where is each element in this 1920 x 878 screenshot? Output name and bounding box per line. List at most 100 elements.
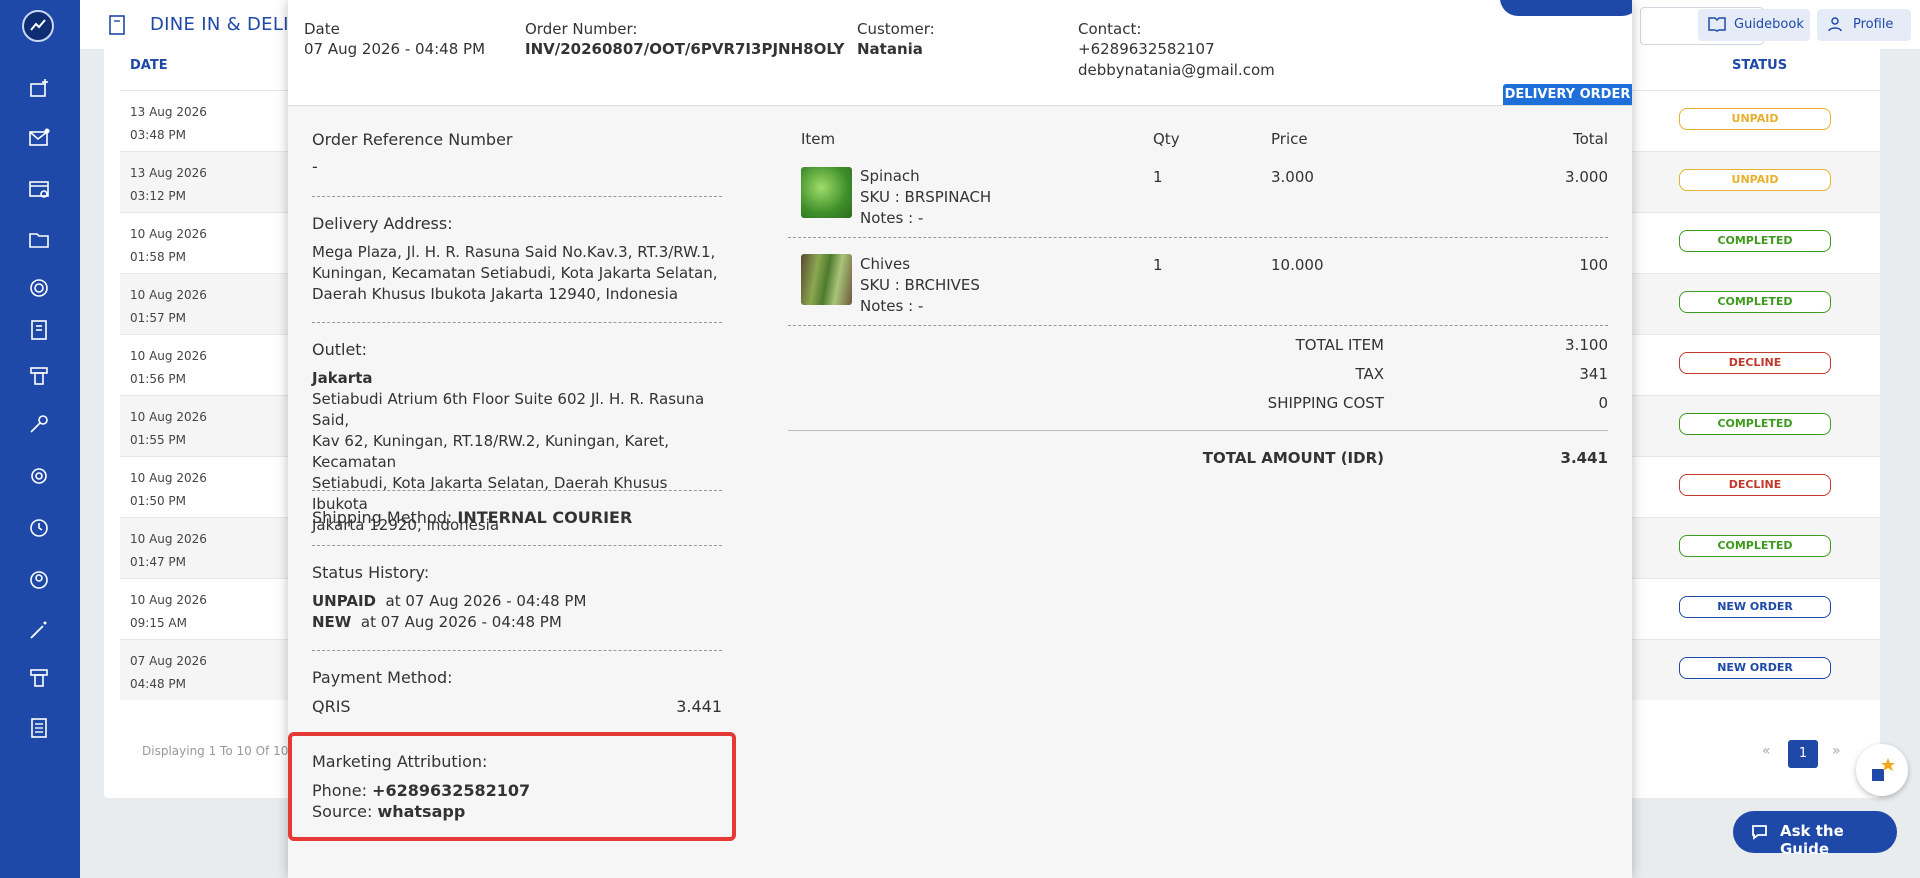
item-qty: 1 [1153,168,1163,186]
divider [788,325,1608,326]
user-settings-icon[interactable] [27,568,51,592]
mail-icon[interactable] [27,126,51,150]
customer-value: Natania [857,40,923,58]
row-datetime: 10 Aug 2026 01:47 PM [130,528,207,574]
item-notes: Notes : - [860,297,924,315]
row-time: 01:57 PM [130,311,186,325]
ref-label: Order Reference Number [312,130,513,149]
row-date: 10 Aug 2026 [130,227,207,241]
status-badge: UNPAID [1679,108,1831,130]
magic-wand-icon[interactable] [27,618,51,642]
guidebook-button[interactable]: Guidebook [1698,9,1810,41]
row-date: 10 Aug 2026 [130,471,207,485]
book-open-icon [1708,17,1726,32]
row-date: 10 Aug 2026 [130,532,207,546]
item-price: 3.000 [1271,168,1314,186]
history-time: at 07 Aug 2026 - 04:48 PM [360,613,562,631]
row-datetime: 10 Aug 2026 01:58 PM [130,223,207,269]
add-user-icon[interactable] [27,76,51,100]
printer-alt-icon[interactable] [27,666,51,690]
items-col-qty: Qty [1153,130,1180,148]
payment-amount: 3.441 [676,697,722,716]
row-time: 09:15 AM [130,616,187,630]
row-datetime: 10 Aug 2026 09:15 AM [130,589,207,635]
key-icon[interactable] [27,412,51,436]
address-line: Kuningan, Kecamatan Setiabudi, Kota Jaka… [312,264,718,282]
rewards-fab[interactable] [1856,744,1908,796]
item-notes: Notes : - [860,209,924,227]
status-badge: NEW ORDER [1679,657,1831,679]
item-qty: 1 [1153,256,1163,274]
row-time: 01:47 PM [130,555,186,569]
divider [788,430,1608,431]
pagination-next[interactable]: » [1832,743,1841,759]
folder-icon[interactable] [27,228,51,252]
order-number-label: Order Number: [525,20,638,38]
item-spinach: Spinach SKU : BRSPINACH Notes : - [860,166,991,229]
status-badge: DECLINE [1679,352,1831,374]
marketing-label: Marketing Attribution: [312,752,488,771]
row-time: 03:12 PM [130,189,186,203]
contact-email: debbynatania@gmail.com [1078,61,1275,79]
shipping-cost-label: SHIPPING COST [1267,394,1384,412]
status-badge: DECLINE [1679,474,1831,496]
pagination-page[interactable]: 1 [1788,740,1818,768]
profile-button[interactable]: Profile [1817,9,1911,41]
status-badge: COMPLETED [1679,535,1831,557]
row-date: 13 Aug 2026 [130,105,207,119]
row-datetime: 10 Aug 2026 01:57 PM [130,284,207,330]
chat-icon [1752,825,1767,840]
customer-label: Customer: [857,20,935,38]
row-date: 10 Aug 2026 [130,349,207,363]
app-logo[interactable] [22,10,54,42]
contact-phone: +6289632582107 [1078,40,1215,58]
printer-icon[interactable] [27,364,51,388]
order-type-tag: DELIVERY ORDER [1503,84,1632,105]
tax-label: TAX [1355,365,1384,383]
row-datetime: 10 Aug 2026 01:56 PM [130,345,207,391]
shipping-label: Shipping Method: [312,508,453,527]
address-line: Daerah Khusus Ibukota Jakarta 12940, Ind… [312,285,679,303]
item-price: 10.000 [1271,256,1324,274]
target-icon[interactable] [27,276,51,300]
status-history-label: Status History: [312,563,430,582]
sidebar [0,0,80,878]
divider [312,490,722,491]
status-badge: UNPAID [1679,169,1831,191]
gear-icon[interactable] [27,464,51,488]
document-icon[interactable] [27,716,51,740]
row-time: 04:48 PM [130,677,186,691]
settings-window-icon[interactable] [27,178,51,202]
marketing-source: Source: whatsapp [312,802,722,821]
row-date: 10 Aug 2026 [130,288,207,302]
item-chives: Chives SKU : BRCHIVES Notes : - [860,254,980,317]
total-amount-label: TOTAL AMOUNT (IDR) [1202,449,1384,467]
gift-stars-icon [1872,758,1895,781]
tax-value: 341 [1579,365,1608,383]
menu-book-icon[interactable] [27,318,51,342]
row-date: 10 Aug 2026 [130,593,207,607]
row-date: 13 Aug 2026 [130,166,207,180]
items-col-item: Item [801,130,836,148]
date-value: 07 Aug 2026 - 04:48 PM [304,40,486,58]
pagination-info: Displaying 1 To 10 Of 10 E [142,744,300,758]
address-line: Mega Plaza, Jl. H. R. Rasuna Said No.Kav… [312,243,716,261]
row-time: 01:55 PM [130,433,186,447]
col-status: STATUS [1732,58,1788,73]
ask-the-guide-button[interactable]: Ask the Guide [1733,811,1897,858]
history-icon[interactable] [27,516,51,540]
guidebook-label: Guidebook [1734,17,1804,32]
shipping-value: INTERNAL COURIER [457,508,633,527]
new-order-pill[interactable]: New Order [1500,0,1632,16]
marketing-source-value: whatsapp [377,802,466,821]
marketing-source-label: Source: [312,802,373,821]
total-item-label: TOTAL ITEM [1295,336,1384,354]
order-number-value: INV/20260807/OOT/6PVR7I3PJNH8OLY [525,40,845,58]
row-datetime: 13 Aug 2026 03:48 PM [130,101,207,147]
chart-logo-icon [30,19,46,31]
row-time: 01:58 PM [130,250,186,264]
divider [312,196,722,197]
row-date: 07 Aug 2026 [130,654,207,668]
pagination-prev[interactable]: « [1762,743,1771,759]
status-badge: COMPLETED [1679,291,1831,313]
